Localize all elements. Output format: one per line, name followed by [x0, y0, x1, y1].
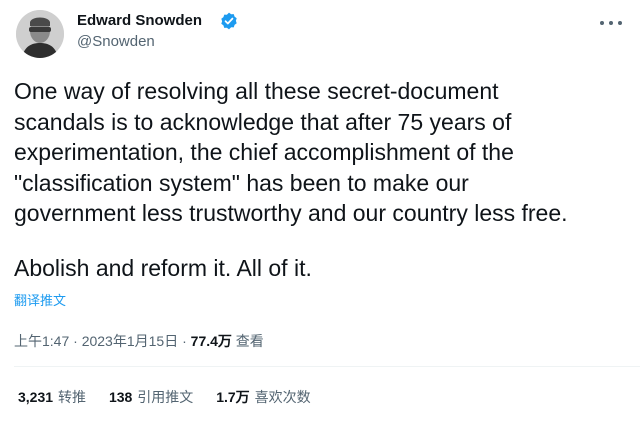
retweets-label: 转推 — [58, 389, 87, 405]
engagement-stats: 3,231 转推 138 引用推文 1.7万 喜欢次数 — [18, 387, 330, 407]
tweet-date[interactable]: 2023年1月15日 — [82, 333, 179, 349]
tweet-text: One way of resolving all these secret-do… — [14, 76, 629, 283]
quotes-count: 138 — [108, 389, 133, 405]
tweet-line: One way of resolving all these secret-do… — [14, 78, 499, 104]
meta-separator: · — [69, 333, 82, 349]
likes-stat[interactable]: 1.7万 喜欢次数 — [216, 387, 310, 407]
views-count: 77.4万 — [190, 333, 232, 349]
verified-badge-icon — [220, 12, 238, 30]
display-name[interactable]: Edward Snowden — [77, 12, 202, 29]
tweet-time[interactable]: 上午1:47 — [14, 333, 69, 349]
tweet-card: Edward Snowden @Snowden One way of resol… — [0, 0, 640, 424]
translate-tweet-link[interactable]: 翻译推文 — [14, 290, 66, 309]
divider — [14, 366, 640, 367]
retweets-stat[interactable]: 3,231 转推 — [18, 387, 86, 407]
more-icon[interactable] — [600, 16, 622, 30]
tweet-closing-line: Abolish and reform it. All of it. — [14, 254, 312, 281]
tweet-line: "classification system" has been to make… — [14, 169, 469, 196]
likes-count: 1.7万 — [216, 389, 250, 405]
retweets-count: 3,231 — [18, 389, 54, 405]
tweet-line: scandals is to acknowledge that after 75… — [14, 108, 512, 135]
tweet-header: Edward Snowden @Snowden — [16, 10, 624, 58]
tweet-meta: 上午1:47 · 2023年1月15日 · 77.4万 查看 — [14, 331, 264, 351]
likes-label: 喜欢次数 — [254, 389, 311, 405]
quotes-label: 引用推文 — [137, 389, 194, 405]
views-label: 查看 — [231, 333, 264, 349]
tweet-line: experimentation, the chief accomplishmen… — [14, 139, 514, 165]
quotes-stat[interactable]: 138 引用推文 — [109, 387, 193, 407]
tweet-line: government less trustworthy and our coun… — [14, 200, 568, 226]
meta-separator: · — [178, 333, 191, 349]
avatar[interactable] — [16, 10, 64, 58]
handle[interactable]: @Snowden — [77, 33, 155, 50]
